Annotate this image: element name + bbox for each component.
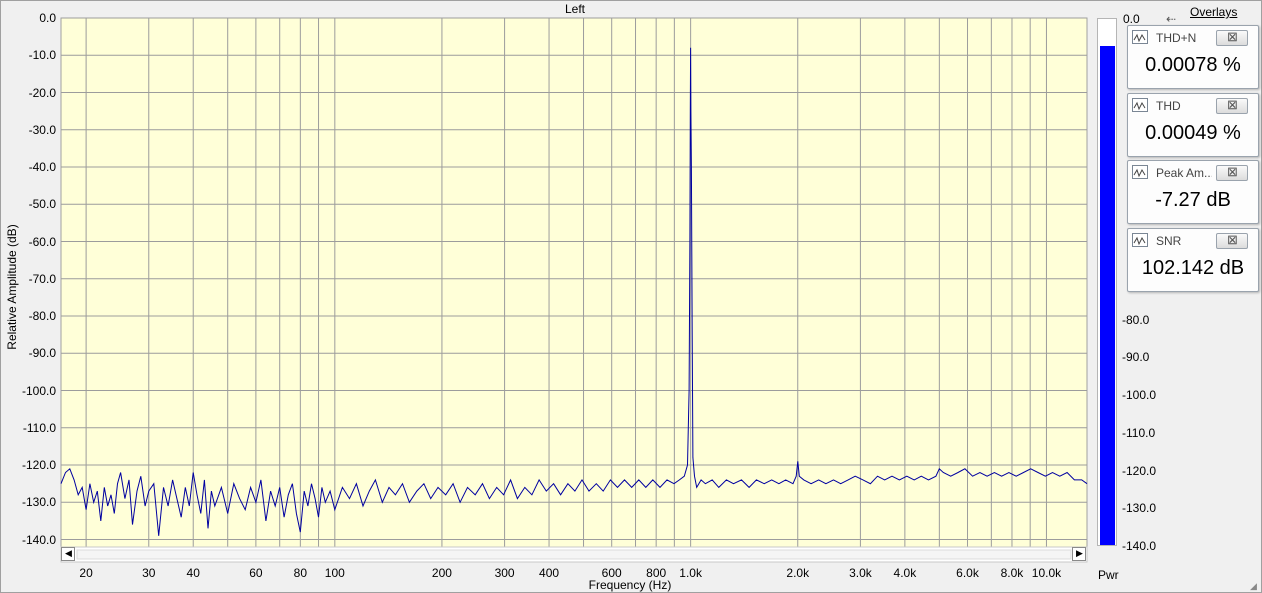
meter-tick-label: -90.0 bbox=[1122, 350, 1150, 365]
spectrum-chart bbox=[60, 17, 1088, 563]
thd-panel[interactable]: THD ⊠ 0.00049 % bbox=[1127, 93, 1259, 157]
close-icon: ⊠ bbox=[1227, 232, 1238, 247]
x-tick-label: 1.0k bbox=[679, 566, 702, 580]
x-tick-label: 20 bbox=[79, 566, 93, 580]
x-tick-label: 60 bbox=[249, 566, 263, 580]
y-tick-label: -110.0 bbox=[22, 420, 56, 435]
x-tick-label: 400 bbox=[539, 566, 560, 580]
y-tick-label: -40.0 bbox=[28, 160, 56, 174]
chart-title: Left bbox=[564, 2, 585, 16]
panel-name: THD+N bbox=[1156, 31, 1197, 45]
y-tick-label: -30.0 bbox=[28, 122, 56, 137]
waveform-icon bbox=[1132, 165, 1148, 179]
y-tick-label: -100.0 bbox=[21, 383, 56, 398]
x-tick-label: 30 bbox=[142, 566, 156, 580]
meter-tick-label: -140.0 bbox=[1122, 539, 1157, 553]
y-tick-label: -70.0 bbox=[28, 271, 56, 286]
close-button[interactable]: ⊠ bbox=[1216, 164, 1248, 181]
snr-panel[interactable]: SNR ⊠ 102.142 dB bbox=[1127, 228, 1259, 292]
overlays-link[interactable]: Overlays bbox=[1190, 5, 1237, 19]
plot-area bbox=[60, 17, 1088, 548]
panel-value: 0.00078 % bbox=[1145, 54, 1241, 76]
x-tick-label: 2.0k bbox=[786, 566, 810, 580]
arrow-left-icon: ◀ bbox=[65, 548, 72, 558]
scroll-right-button[interactable]: ▶ bbox=[1072, 547, 1086, 561]
meter-tick-label: -100.0 bbox=[1122, 388, 1157, 403]
meter-tick-label: -130.0 bbox=[1122, 501, 1157, 516]
panel-name: THD bbox=[1156, 99, 1181, 113]
x-tick-label: 300 bbox=[494, 566, 515, 580]
close-button[interactable]: ⊠ bbox=[1216, 97, 1248, 114]
y-tick-label: -90.0 bbox=[28, 346, 56, 361]
meter-tick-label: -110.0 bbox=[1122, 425, 1156, 440]
y-tick-label: -80.0 bbox=[28, 309, 56, 324]
x-tick-label: 10.0k bbox=[1031, 566, 1062, 580]
close-button[interactable]: ⊠ bbox=[1216, 232, 1248, 249]
y-tick-label: -140.0 bbox=[21, 532, 56, 547]
close-button[interactable]: ⊠ bbox=[1216, 29, 1248, 46]
resize-grip-icon[interactable]: ◢ bbox=[1250, 581, 1257, 592]
x-tick-label: 4.0k bbox=[893, 566, 917, 580]
waveform-icon bbox=[1132, 30, 1148, 44]
peak-amplitude-panel[interactable]: Peak Am... ⊠ -7.27 dB bbox=[1127, 160, 1259, 224]
arrow-right-icon: ▶ bbox=[1076, 548, 1083, 558]
waveform-icon bbox=[1132, 233, 1148, 247]
meter-tick-label: -120.0 bbox=[1122, 463, 1157, 478]
panel-value: -7.27 dB bbox=[1155, 189, 1231, 211]
x-tick-label: 200 bbox=[431, 566, 452, 580]
panel-value: 0.00049 % bbox=[1145, 122, 1241, 144]
close-icon: ⊠ bbox=[1227, 97, 1238, 112]
x-tick-label: 100 bbox=[324, 566, 345, 580]
panel-name: SNR bbox=[1156, 234, 1182, 248]
meter-top-tick: 0.0 bbox=[1123, 12, 1140, 26]
scrollbar-thumb bbox=[76, 549, 1072, 560]
waveform-icon bbox=[1132, 98, 1148, 112]
thd-n-panel[interactable]: THD+N ⊠ 0.00078 % bbox=[1127, 25, 1259, 89]
x-tick-label: 3.0k bbox=[849, 566, 872, 580]
x-tick-label: 40 bbox=[186, 566, 200, 580]
y-tick-label: -60.0 bbox=[28, 234, 56, 249]
x-tick-label: 600 bbox=[601, 566, 622, 580]
close-icon: ⊠ bbox=[1227, 29, 1238, 44]
y-tick-label: -10.0 bbox=[28, 48, 56, 63]
meter-collapse-icon[interactable]: ⇠ bbox=[1166, 12, 1176, 26]
y-tick-label: 0.0 bbox=[39, 11, 56, 25]
panel-value: 102.142 dB bbox=[1141, 257, 1245, 279]
power-meter-fill bbox=[1100, 46, 1115, 545]
y-tick-label: -120.0 bbox=[21, 458, 56, 473]
meter-tick-label: -80.0 bbox=[1122, 312, 1150, 327]
y-tick-label: -130.0 bbox=[21, 495, 56, 510]
x-tick-label: 6.0k bbox=[956, 566, 979, 580]
y-tick-label: -50.0 bbox=[28, 197, 56, 212]
power-meter-label: Pwr bbox=[1098, 568, 1119, 582]
x-axis-label: Frequency (Hz) bbox=[588, 578, 672, 592]
close-icon: ⊠ bbox=[1227, 164, 1238, 179]
scroll-left-button[interactable]: ◀ bbox=[61, 547, 75, 561]
power-meter bbox=[1097, 18, 1117, 546]
y-tick-label: -20.0 bbox=[28, 85, 56, 100]
panel-name: Peak Am... bbox=[1156, 166, 1212, 180]
